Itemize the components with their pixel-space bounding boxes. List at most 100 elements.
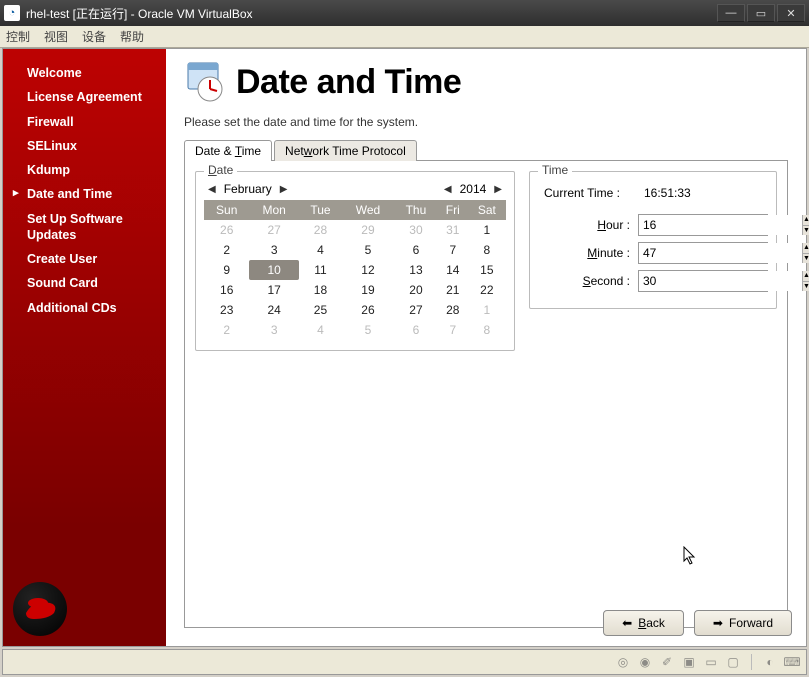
calendar-day[interactable]: 14 (438, 260, 468, 280)
window-titlebar: ◔ rhel-test [正在运行] - Oracle VM VirtualBo… (0, 0, 809, 26)
usb-icon[interactable]: ✐ (659, 654, 675, 670)
calendar-day[interactable]: 4 (299, 320, 342, 340)
calendar-day[interactable]: 6 (394, 240, 438, 260)
sidebar-item-soundcard[interactable]: Sound Card (3, 271, 166, 295)
calendar-day[interactable]: 18 (299, 280, 342, 300)
calendar-day[interactable]: 11 (299, 260, 342, 280)
calendar-day[interactable]: 17 (249, 280, 299, 300)
sidebar-item-license[interactable]: License Agreement (3, 85, 166, 109)
sidebar: Welcome License Agreement Firewall SELin… (3, 49, 166, 646)
calendar-day[interactable]: 1 (468, 220, 506, 240)
prev-year-button[interactable]: ◀ (444, 184, 452, 195)
hdd-icon[interactable]: ◎ (615, 654, 631, 670)
mouse-integration-icon[interactable]: ◐ (762, 654, 778, 670)
calendar-day[interactable]: 30 (394, 220, 438, 240)
tab-date-time[interactable]: Date & Time (184, 140, 272, 161)
firstboot-window: Welcome License Agreement Firewall SELin… (2, 48, 807, 647)
calendar-day[interactable]: 28 (299, 220, 342, 240)
hour-spinner[interactable]: ▲▼ (638, 214, 768, 236)
window-title: rhel-test [正在运行] - Oracle VM VirtualBox (26, 5, 715, 22)
next-month-button[interactable]: ▶ (280, 184, 288, 195)
tab-ntp[interactable]: Network Time Protocol (274, 140, 417, 161)
sidebar-item-kdump[interactable]: Kdump (3, 158, 166, 182)
calendar-day[interactable]: 1 (468, 300, 506, 320)
calendar-day[interactable]: 26 (342, 300, 394, 320)
sidebar-item-selinux[interactable]: SELinux (3, 134, 166, 158)
calendar-day[interactable]: 2 (204, 240, 249, 260)
minimize-button[interactable]: — (717, 4, 745, 22)
sidebar-item-datetime[interactable]: Date and Time (3, 182, 166, 206)
calendar-day[interactable]: 7 (438, 240, 468, 260)
calendar-day[interactable]: 29 (342, 220, 394, 240)
record-icon[interactable]: ▢ (725, 654, 741, 670)
calendar-weekday: Sat (468, 200, 506, 220)
calendar-day[interactable]: 8 (468, 240, 506, 260)
calendar-day[interactable]: 26 (204, 220, 249, 240)
second-input[interactable] (639, 271, 802, 291)
calendar-day[interactable]: 23 (204, 300, 249, 320)
redhat-logo-icon (13, 582, 67, 636)
minute-down[interactable]: ▼ (803, 254, 809, 264)
hour-down[interactable]: ▼ (803, 226, 809, 236)
time-legend: Time (538, 163, 572, 177)
sidebar-item-createuser[interactable]: Create User (3, 247, 166, 271)
minute-input[interactable] (639, 243, 802, 263)
close-button[interactable]: ✕ (777, 4, 805, 22)
calendar-day[interactable]: 28 (438, 300, 468, 320)
host-key-icon[interactable]: ⌨ (784, 654, 800, 670)
display-icon[interactable]: ▭ (703, 654, 719, 670)
menu-help[interactable]: 帮助 (120, 28, 144, 45)
calendar-day[interactable]: 7 (438, 320, 468, 340)
shared-folder-icon[interactable]: ▣ (681, 654, 697, 670)
forward-button[interactable]: ➡ Forward (694, 610, 792, 636)
sidebar-item-welcome[interactable]: Welcome (3, 61, 166, 85)
second-spinner[interactable]: ▲▼ (638, 270, 768, 292)
calendar-day[interactable]: 3 (249, 240, 299, 260)
calendar-day[interactable]: 16 (204, 280, 249, 300)
calendar-day[interactable]: 4 (299, 240, 342, 260)
date-group: Date ◀ February ▶ ◀ 2014 ▶ SunMonTueWedT… (195, 171, 515, 351)
back-button[interactable]: ⬅ Back (603, 610, 684, 636)
next-year-button[interactable]: ▶ (494, 184, 502, 195)
calendar-day[interactable]: 13 (394, 260, 438, 280)
content-area: Date and Time Please set the date and ti… (166, 49, 806, 646)
tab-panel-date-time: Date ◀ February ▶ ◀ 2014 ▶ SunMonTueWedT… (184, 160, 788, 628)
calendar-day[interactable]: 9 (204, 260, 249, 280)
calendar-day[interactable]: 5 (342, 320, 394, 340)
calendar-day[interactable]: 31 (438, 220, 468, 240)
hour-input[interactable] (639, 215, 802, 235)
second-up[interactable]: ▲ (803, 271, 809, 282)
date-time-icon (184, 61, 226, 103)
calendar-day[interactable]: 3 (249, 320, 299, 340)
minute-spinner[interactable]: ▲▼ (638, 242, 768, 264)
maximize-button[interactable]: ▭ (747, 4, 775, 22)
calendar-day[interactable]: 8 (468, 320, 506, 340)
menu-devices[interactable]: 设备 (82, 28, 106, 45)
calendar-day[interactable]: 27 (394, 300, 438, 320)
calendar-day[interactable]: 15 (468, 260, 506, 280)
second-down[interactable]: ▼ (803, 282, 809, 292)
optical-icon[interactable]: ◉ (637, 654, 653, 670)
calendar-day[interactable]: 2 (204, 320, 249, 340)
calendar-day[interactable]: 22 (468, 280, 506, 300)
menu-control[interactable]: 控制 (6, 28, 30, 45)
status-divider (751, 654, 752, 670)
calendar-day[interactable]: 12 (342, 260, 394, 280)
calendar-day[interactable]: 21 (438, 280, 468, 300)
calendar-day[interactable]: 25 (299, 300, 342, 320)
calendar-day[interactable]: 20 (394, 280, 438, 300)
calendar-day[interactable]: 6 (394, 320, 438, 340)
sidebar-item-firewall[interactable]: Firewall (3, 110, 166, 134)
hour-up[interactable]: ▲ (803, 215, 809, 226)
calendar-day[interactable]: 27 (249, 220, 299, 240)
calendar-day[interactable]: 5 (342, 240, 394, 260)
calendar-day[interactable]: 10 (249, 260, 299, 280)
menu-view[interactable]: 视图 (44, 28, 68, 45)
prev-month-button[interactable]: ◀ (208, 184, 216, 195)
sidebar-item-cds[interactable]: Additional CDs (3, 296, 166, 320)
sidebar-item-software[interactable]: Set Up Software Updates (3, 207, 166, 248)
minute-up[interactable]: ▲ (803, 243, 809, 254)
calendar-day[interactable]: 19 (342, 280, 394, 300)
calendar-weekday: Mon (249, 200, 299, 220)
calendar-day[interactable]: 24 (249, 300, 299, 320)
